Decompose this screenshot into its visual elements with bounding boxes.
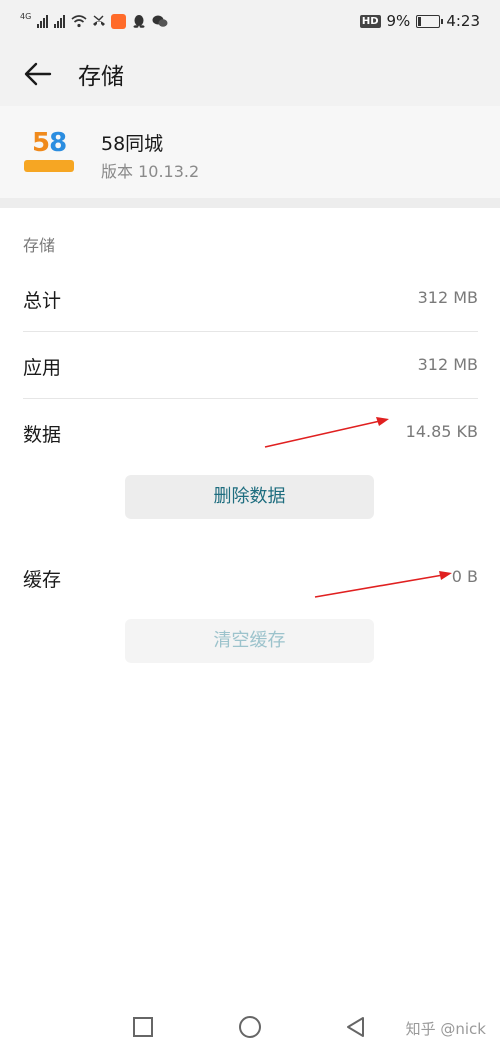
battery-percent: 9%: [386, 12, 411, 30]
row-label: 数据: [23, 424, 62, 446]
network-type: 4G: [20, 11, 32, 21]
clock: 4:23: [446, 12, 480, 30]
signal-icon: [54, 14, 66, 28]
clear-cache-button[interactable]: 清空缓存: [125, 619, 374, 663]
storage-row-total: 总计 312 MB: [23, 265, 478, 332]
section-divider: [0, 198, 500, 208]
row-label: 总计: [23, 290, 62, 312]
row-value: 14.85 KB: [405, 422, 478, 441]
back-triangle-icon[interactable]: [343, 1014, 369, 1040]
hd-badge: HD: [359, 14, 381, 28]
row-label: 应用: [23, 357, 62, 379]
battery-icon: [416, 14, 444, 28]
row-value: 312 MB: [417, 288, 478, 307]
watermark: 知乎 @nick: [405, 1020, 486, 1038]
qq-icon: [132, 14, 146, 28]
logo-band: [24, 160, 74, 172]
signal-icon: [37, 14, 49, 28]
status-bar: 4G HD 9% 4:23: [0, 0, 500, 42]
arrow-left-icon[interactable]: [22, 58, 54, 90]
row-value: 312 MB: [417, 355, 478, 374]
app-logo-text: 58: [32, 128, 67, 158]
page-title: 存储: [78, 64, 124, 90]
app-name: 58同城: [101, 133, 164, 155]
row-value: 0 B: [451, 567, 478, 586]
delete-data-button[interactable]: 删除数据: [125, 475, 374, 519]
app-notification-icon: [111, 13, 127, 29]
status-left-icons: 4G: [20, 10, 168, 32]
status-right-icons: HD 9% 4:23: [359, 10, 480, 32]
storage-row-cache: 缓存 0 B: [23, 544, 478, 610]
storage-row-app: 应用 312 MB: [23, 332, 478, 399]
home-icon[interactable]: [237, 1014, 263, 1040]
recent-apps-icon[interactable]: [130, 1014, 156, 1040]
storage-row-data: 数据 14.85 KB: [23, 399, 478, 465]
section-title: 存储: [23, 236, 56, 255]
wechat-icon: [152, 14, 168, 28]
app-info-card: 58 58同城 版本 10.13.2: [0, 106, 500, 198]
app-version: 版本 10.13.2: [101, 162, 200, 181]
missed-call-icon: [91, 14, 106, 28]
row-label: 缓存: [23, 569, 62, 591]
app-bar: 存储: [0, 42, 500, 106]
wifi-icon: [71, 14, 87, 28]
app-logo: 58: [20, 126, 78, 178]
